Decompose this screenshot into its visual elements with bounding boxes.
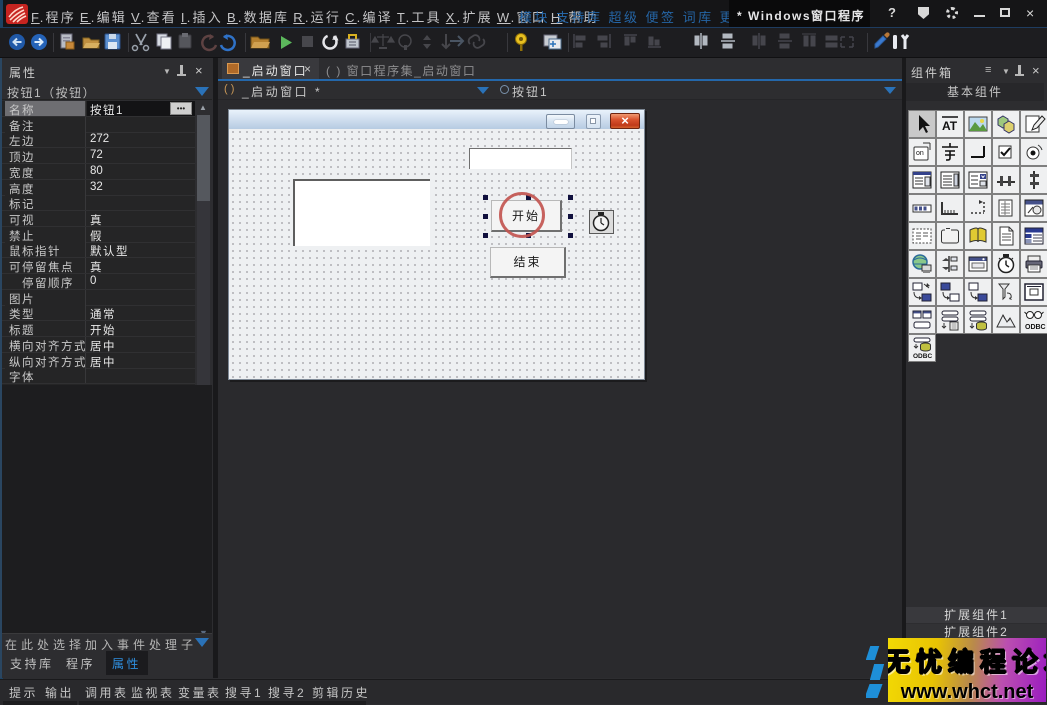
- svg-text:ODBC: ODBC: [1025, 324, 1046, 331]
- svg-text:on: on: [916, 150, 924, 157]
- svg-text:ODBC: ODBC: [913, 353, 932, 360]
- svg-text:AT: AT: [942, 119, 958, 133]
